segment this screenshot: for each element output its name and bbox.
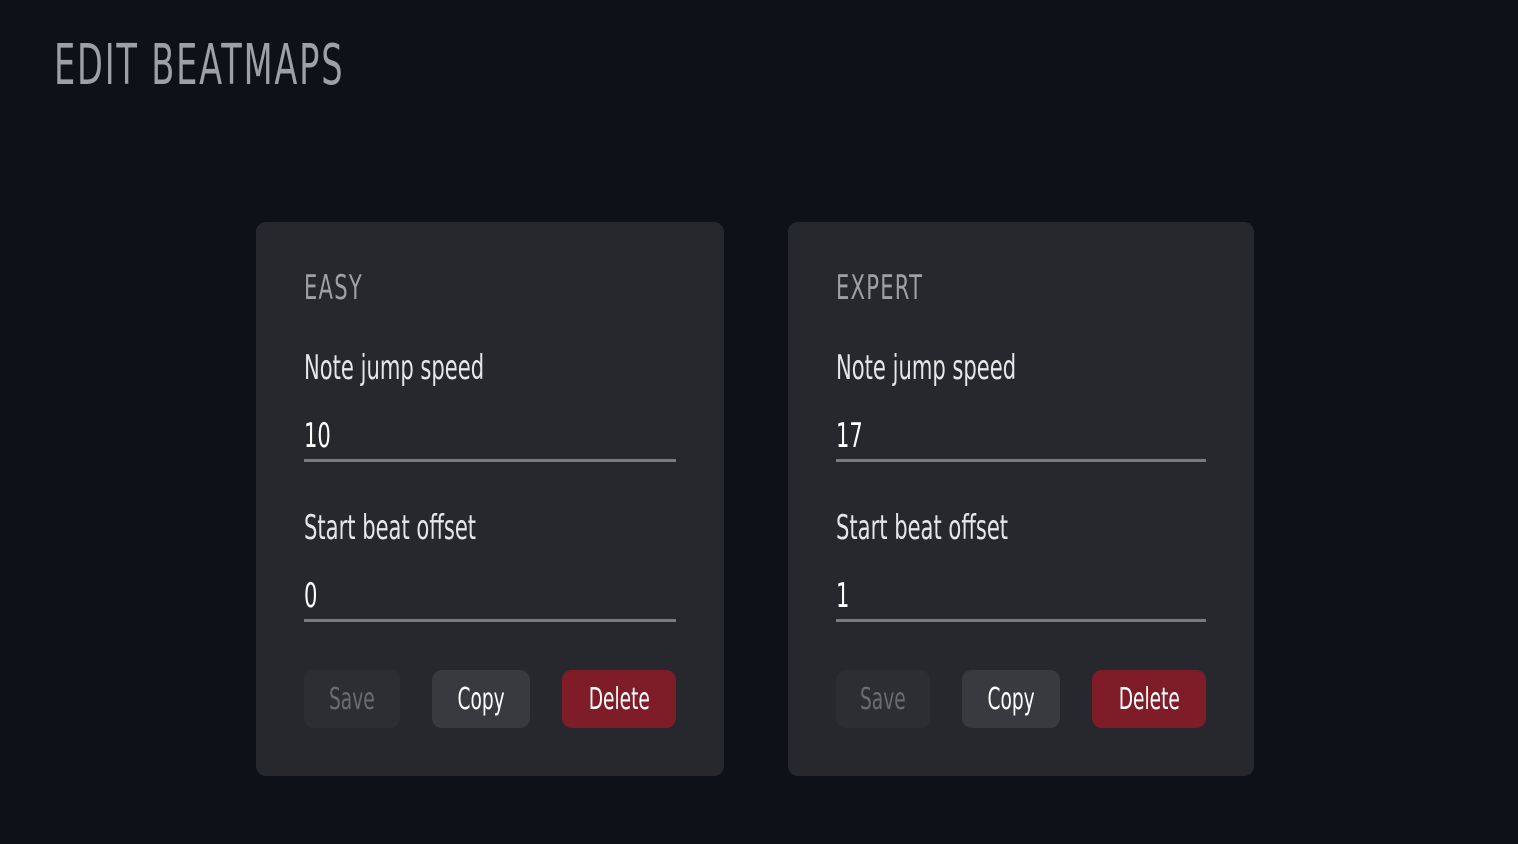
delete-button-label: Delete bbox=[588, 681, 650, 717]
copy-button-label: Copy bbox=[987, 681, 1035, 717]
delete-button-label: Delete bbox=[1118, 681, 1180, 717]
page-title: EDIT BEATMAPS bbox=[54, 33, 345, 98]
note-jump-speed-input[interactable]: 17 bbox=[836, 414, 1206, 462]
beatmap-card-expert: EXPERT Note jump speed 17 Start beat off… bbox=[788, 222, 1254, 776]
start-beat-offset-value: 1 bbox=[836, 576, 850, 616]
start-beat-offset-value: 0 bbox=[304, 576, 318, 616]
start-beat-offset-input[interactable]: 1 bbox=[836, 574, 1206, 622]
start-beat-offset-input[interactable]: 0 bbox=[304, 574, 676, 622]
difficulty-title: EXPERT bbox=[836, 268, 924, 308]
delete-button[interactable]: Delete bbox=[1092, 670, 1206, 728]
save-button[interactable]: Save bbox=[836, 670, 930, 728]
start-beat-offset-label: Start beat offset bbox=[836, 508, 1009, 548]
note-jump-speed-value: 17 bbox=[836, 416, 863, 456]
note-jump-speed-label: Note jump speed bbox=[836, 348, 1017, 388]
save-button-label: Save bbox=[329, 681, 375, 717]
copy-button[interactable]: Copy bbox=[962, 670, 1060, 728]
delete-button[interactable]: Delete bbox=[562, 670, 676, 728]
difficulty-title: EASY bbox=[304, 268, 363, 308]
save-button-label: Save bbox=[860, 681, 906, 717]
start-beat-offset-label: Start beat offset bbox=[304, 508, 477, 548]
beatmap-card-easy: EASY Note jump speed 10 Start beat offse… bbox=[256, 222, 724, 776]
save-button[interactable]: Save bbox=[304, 670, 400, 728]
copy-button[interactable]: Copy bbox=[432, 670, 530, 728]
note-jump-speed-label: Note jump speed bbox=[304, 348, 485, 388]
note-jump-speed-input[interactable]: 10 bbox=[304, 414, 676, 462]
note-jump-speed-value: 10 bbox=[304, 416, 331, 456]
copy-button-label: Copy bbox=[457, 681, 505, 717]
